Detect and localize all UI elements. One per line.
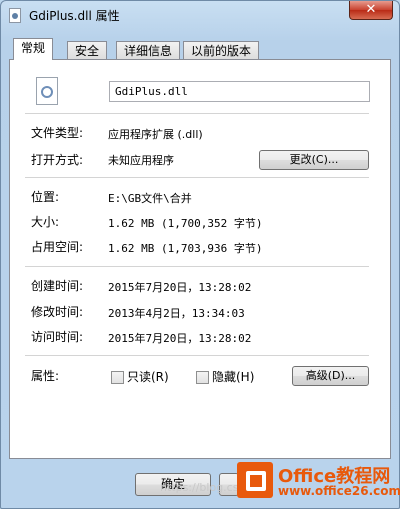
created-value: 2015年7月20日，13:28:02 xyxy=(108,281,252,294)
tab-details[interactable]: 详细信息 xyxy=(116,41,181,60)
divider xyxy=(25,355,369,356)
readonly-checkbox[interactable] xyxy=(111,371,124,384)
divider xyxy=(25,177,369,178)
change-button[interactable]: 更改(C)... xyxy=(259,150,369,170)
attributes-label: 属性: xyxy=(31,369,60,383)
open-with-value: 未知应用程序 xyxy=(108,154,174,167)
accessed-value: 2015年7月20日，13:28:02 xyxy=(108,332,252,345)
disk-size-label: 占用空间: xyxy=(31,240,84,254)
location-label: 位置: xyxy=(31,190,60,204)
created-label: 创建时间: xyxy=(31,279,84,293)
size-label: 大小: xyxy=(31,215,60,229)
size-value: 1.62 MB (1,700,352 字节) xyxy=(108,217,263,230)
modified-value: 2013年4月2日，13:34:03 xyxy=(108,307,245,320)
office-logo-icon xyxy=(237,462,273,498)
watermark-logo-url: www.office26.com xyxy=(278,484,400,498)
disk-size-value: 1.62 MB (1,703,936 字节) xyxy=(108,242,263,255)
location-value: E:\GB文件\合并 xyxy=(108,192,192,205)
window-title: GdiPlus.dll 属性 xyxy=(29,9,120,23)
divider xyxy=(25,266,369,267)
tab-security[interactable]: 安全 xyxy=(67,41,108,60)
tab-previous-versions[interactable]: 以前的版本 xyxy=(183,41,260,60)
properties-window: GdiPlus.dll 属性 ✕ 常规 安全 详细信息 以前的版本 GdiPlu… xyxy=(0,0,400,509)
accessed-label: 访问时间: xyxy=(31,330,84,344)
open-with-label: 打开方式: xyxy=(31,153,84,167)
file-name-input[interactable]: GdiPlus.dll xyxy=(109,81,370,102)
advanced-button[interactable]: 高级(D)... xyxy=(292,366,369,386)
dll-file-icon xyxy=(9,8,21,23)
file-type-label: 文件类型: xyxy=(31,126,84,140)
modified-label: 修改时间: xyxy=(31,305,84,319)
dll-file-icon xyxy=(36,77,58,105)
file-type-value: 应用程序扩展 (.dll) xyxy=(108,128,203,141)
watermark-url: https://blog.cs xyxy=(160,481,239,494)
title-bar[interactable]: GdiPlus.dll 属性 ✕ xyxy=(1,1,399,31)
close-button[interactable]: ✕ xyxy=(349,1,393,20)
divider xyxy=(25,113,369,114)
tab-general[interactable]: 常规 xyxy=(13,38,54,60)
readonly-checkbox-label[interactable]: 只读(R) xyxy=(127,368,169,385)
general-tab-panel: GdiPlus.dll 文件类型: 应用程序扩展 (.dll) 打开方式: 未知… xyxy=(9,59,391,459)
hidden-checkbox[interactable] xyxy=(196,371,209,384)
hidden-checkbox-label[interactable]: 隐藏(H) xyxy=(212,368,254,385)
